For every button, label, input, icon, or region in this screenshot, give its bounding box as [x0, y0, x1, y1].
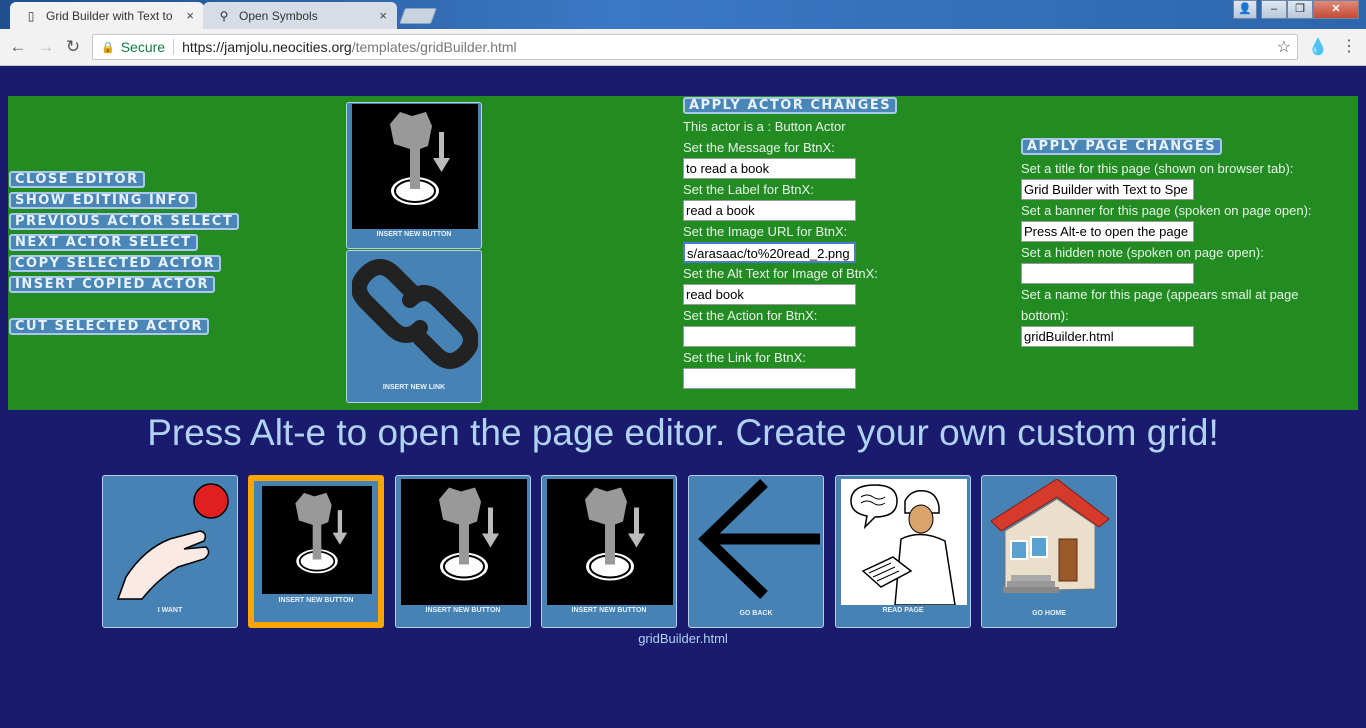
link-input[interactable] — [683, 368, 856, 389]
label-label: Set the Label for BtnX: — [683, 182, 814, 197]
user-profile-icon[interactable]: 👤 — [1233, 0, 1257, 19]
image-url-input[interactable]: s/arasaac/to%20read_2.png — [683, 242, 856, 263]
page-name-label-continued: bottom): — [1021, 308, 1069, 323]
grid-caption: INSERT NEW BUTTON — [571, 607, 647, 614]
page-banner-label: Set a banner for this page (spoken on pa… — [1021, 203, 1312, 218]
page-name-label: Set a name for this page (appears small … — [1021, 287, 1299, 302]
grid-button-insert-new-button-selected[interactable]: INSERT NEW BUTTON — [248, 475, 384, 628]
grid-button-insert-new-button[interactable]: INSERT NEW BUTTON — [541, 475, 677, 628]
maximize-button[interactable]: ❐ — [1287, 0, 1313, 19]
reading-person-icon — [841, 479, 967, 606]
bookmark-star-icon[interactable]: ☆ — [1277, 37, 1291, 57]
grid-caption: GO BACK — [739, 610, 773, 617]
image-url-label: Set the Image URL for BtnX: — [683, 224, 848, 239]
grid-caption: I WANT — [157, 607, 183, 614]
forward-icon[interactable]: → — [36, 37, 56, 57]
reload-icon[interactable]: ↻ — [63, 37, 83, 57]
new-tab-button[interactable] — [399, 8, 437, 24]
apply-page-changes-button[interactable]: APPLY PAGE CHANGES — [1021, 138, 1223, 155]
action-input[interactable] — [683, 326, 856, 347]
grid-caption: GO HOME — [1032, 610, 1066, 617]
grid-caption: READ PAGE — [882, 607, 924, 614]
reaching-hand-icon — [108, 479, 234, 605]
page-title-label: Set a title for this page (shown on brow… — [1021, 161, 1294, 176]
actor-type-text: This actor is a : Button Actor — [683, 119, 846, 134]
alt-text-input[interactable]: read book — [683, 284, 856, 305]
close-tab-icon[interactable]: × — [379, 8, 387, 23]
alt-text-label: Set the Alt Text for Image of BtnX: — [683, 266, 878, 281]
url-path: /templates/gridBuilder.html — [351, 39, 517, 55]
address-bar[interactable]: 🔒 Secure https://jamjolu.neocities.org/t… — [92, 34, 1298, 60]
extension-drop-icon[interactable]: 💧 — [1308, 37, 1328, 57]
page-name-footer: gridBuilder.html — [638, 631, 728, 646]
house-icon — [987, 478, 1113, 605]
press-button-icon — [547, 479, 673, 605]
message-input[interactable]: to read a book — [683, 158, 856, 179]
insert-new-button-card[interactable]: INSERT NEW BUTTON — [346, 102, 482, 249]
next-actor-select-button[interactable]: NEXT ACTOR SELECT — [9, 234, 198, 251]
grid-caption: INSERT NEW BUTTON — [278, 597, 354, 604]
press-button-icon — [352, 104, 478, 229]
grid-button-i-want[interactable]: I WANT — [102, 475, 238, 628]
close-editor-button[interactable]: CLOSE EDITOR — [9, 171, 145, 188]
back-arrow-icon — [694, 479, 820, 605]
page-title-input[interactable]: Grid Builder with Text to Spe — [1021, 179, 1194, 200]
minimize-button[interactable]: – — [1261, 0, 1287, 19]
tab-label: Grid Builder with Text to — [46, 8, 173, 23]
tab-grid-builder[interactable]: ▯ Grid Builder with Text to × — [10, 2, 204, 29]
close-tab-icon[interactable]: × — [186, 8, 194, 23]
link-label: Set the Link for BtnX: — [683, 350, 806, 365]
page-banner-input[interactable]: Press Alt-e to open the page — [1021, 221, 1194, 242]
action-label: Set the Action for BtnX: — [683, 308, 818, 323]
copy-selected-actor-button[interactable]: COPY SELECTED ACTOR — [9, 255, 222, 272]
grid-button-insert-new-button[interactable]: INSERT NEW BUTTON — [395, 475, 531, 628]
apply-actor-changes-button[interactable]: APPLY ACTOR CHANGES — [683, 97, 898, 114]
page-banner: Press Alt-e to open the page editor. Cre… — [147, 412, 1219, 453]
secure-label: Secure — [120, 39, 166, 55]
label-input[interactable]: read a book — [683, 200, 856, 221]
chain-link-icon — [351, 252, 479, 377]
grid-button-go-home[interactable]: GO HOME — [981, 475, 1117, 628]
card-caption: INSERT NEW BUTTON — [376, 231, 452, 238]
press-button-icon — [262, 486, 372, 594]
close-window-button[interactable]: ✕ — [1313, 0, 1359, 19]
lock-icon: 🔒 — [101, 41, 115, 54]
search-icon: ⚲ — [219, 8, 229, 23]
hidden-note-input[interactable] — [1021, 263, 1194, 284]
browser-chrome: ▯ Grid Builder with Text to × ⚲ Open Sym… — [0, 0, 1366, 66]
insert-new-link-card[interactable]: INSERT NEW LINK — [346, 250, 482, 403]
grid-caption: INSERT NEW BUTTON — [425, 607, 501, 614]
divider — [173, 39, 175, 55]
menu-icon[interactable]: ⋮ — [1341, 36, 1357, 56]
card-caption: INSERT NEW LINK — [382, 384, 446, 391]
cut-selected-actor-button[interactable]: CUT SELECTED ACTOR — [9, 318, 210, 335]
grid-button-read-page[interactable]: READ PAGE — [835, 475, 971, 628]
message-label: Set the Message for BtnX: — [683, 140, 835, 155]
url-host: https://jamjolu.neocities.org — [182, 39, 352, 55]
grid-button-go-back[interactable]: GO BACK — [688, 475, 824, 628]
tab-strip: ▯ Grid Builder with Text to × ⚲ Open Sym… — [0, 0, 1366, 29]
hidden-note-label: Set a hidden note (spoken on page open): — [1021, 245, 1264, 260]
tab-label: Open Symbols — [239, 8, 318, 23]
page-editor-panel: CLOSE EDITOR SHOW EDITING INFO PREVIOUS … — [8, 96, 1358, 410]
previous-actor-select-button[interactable]: PREVIOUS ACTOR SELECT — [9, 213, 240, 230]
tab-open-symbols[interactable]: ⚲ Open Symbols × — [203, 2, 397, 29]
press-button-icon — [401, 479, 527, 605]
page-icon: ▯ — [27, 8, 35, 23]
page-name-input[interactable]: gridBuilder.html — [1021, 326, 1194, 347]
back-icon[interactable]: ← — [8, 37, 28, 57]
browser-toolbar: ← → ↻ 🔒 Secure https://jamjolu.neocities… — [0, 29, 1366, 66]
insert-copied-actor-button[interactable]: INSERT COPIED ACTOR — [9, 276, 215, 293]
show-editing-info-button[interactable]: SHOW EDITING INFO — [9, 192, 197, 209]
